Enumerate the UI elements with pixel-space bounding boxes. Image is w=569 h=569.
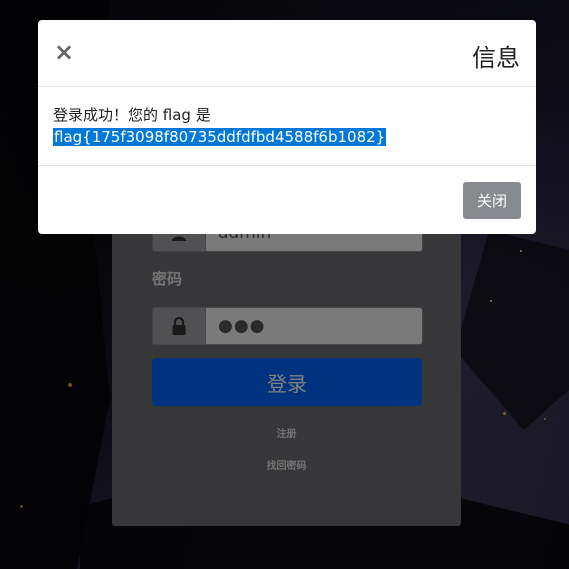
modal-header: × 信息 bbox=[38, 20, 536, 87]
modal-body: 登录成功！您的 flag 是 flag{175f3098f80735ddfdfb… bbox=[53, 104, 519, 148]
close-button[interactable]: 关闭 bbox=[463, 182, 521, 219]
info-modal: × 信息 登录成功！您的 flag 是 flag{175f3098f80735d… bbox=[38, 20, 536, 234]
flag-value[interactable]: flag{175f3098f80735ddfdfbd4588f6b1082} bbox=[53, 128, 387, 146]
success-message: 登录成功！您的 flag 是 bbox=[53, 106, 211, 124]
modal-title: 信息 bbox=[472, 44, 520, 72]
modal-footer: 关闭 bbox=[38, 165, 536, 235]
close-icon[interactable]: × bbox=[54, 40, 74, 64]
flag-line: flag{175f3098f80735ddfdfbd4588f6b1082} bbox=[53, 126, 519, 148]
